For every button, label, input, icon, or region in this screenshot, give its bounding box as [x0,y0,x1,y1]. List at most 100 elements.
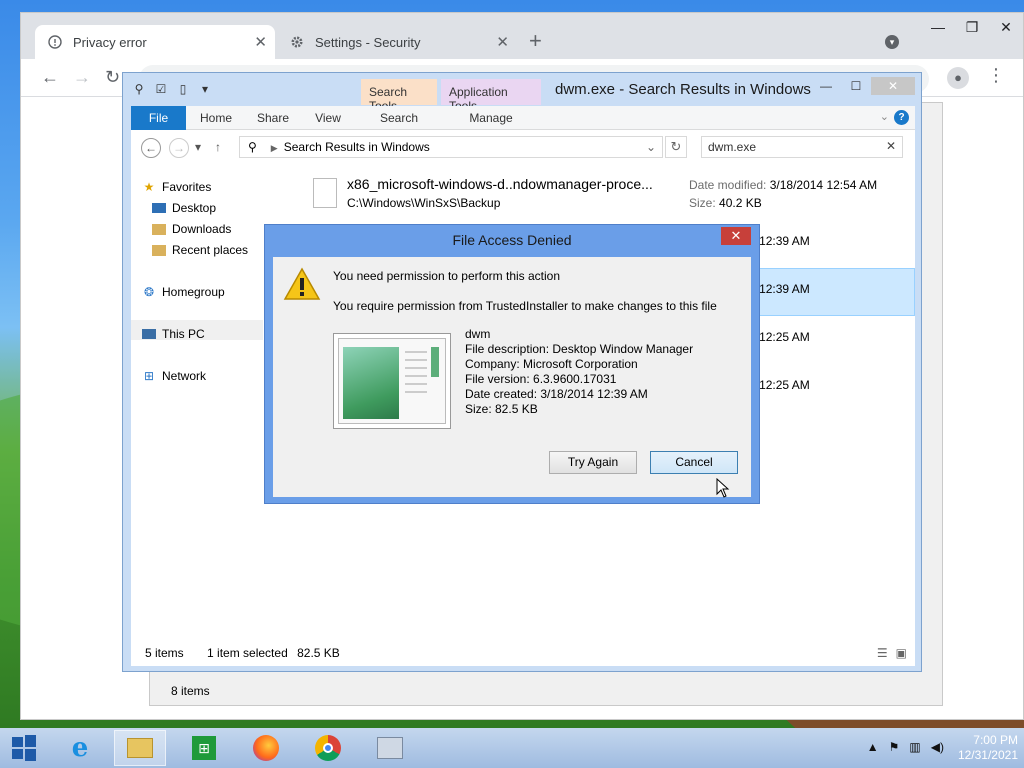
nav-item-desktop[interactable]: Desktop [151,201,216,215]
thumbnail-image [338,338,446,424]
search-icon: ⚲ [248,140,257,154]
maximize-button[interactable]: ☐ [841,77,871,95]
back-arrow-icon[interactable]: ← [41,67,59,88]
forward-arrow-icon[interactable]: → [73,67,91,88]
clock[interactable]: 7:00 PM 12/31/2021 [958,733,1018,763]
volume-icon[interactable]: ◀) [931,740,944,754]
desktop-icon [151,201,167,215]
close-tab-icon[interactable]: ✕ [496,33,509,51]
status-selected: 1 item selected [207,646,288,660]
close-button[interactable]: ✕ [989,13,1023,43]
system-tray: ▲ ⚑ ▥ ◀) 7:00 PM 12/31/2021 [824,728,1024,768]
close-tab-icon[interactable]: ✕ [254,33,267,51]
nav-item-favorites[interactable]: ★ Favorites [141,180,212,194]
try-again-button[interactable]: Try Again [549,451,637,474]
ribbon-tabs: File Home Share View Search Manage ⌄ ? [131,106,915,130]
dialog-message-detail: You require permission from TrustedInsta… [333,299,717,313]
file-icon [313,178,337,208]
browser-window-controls: — ❐ ✕ [921,13,1023,43]
ribbon-tab-view[interactable]: View [305,106,351,130]
network-icon: ⊞ [143,369,155,383]
customize-qat-icon[interactable]: ▾ [197,81,213,97]
network-status-icon[interactable]: ▥ [909,740,920,754]
refresh-icon[interactable]: ↻ [665,136,687,158]
file-detail-company: Company: Microsoft Corporation [465,357,638,371]
cancel-button[interactable]: Cancel [650,451,738,474]
start-button[interactable] [0,730,48,766]
context-tab-application-tools: Application Tools [441,79,541,113]
file-path: C:\Windows\WinSxS\Backup [347,196,501,210]
nav-item-homegroup[interactable]: ❂ Homegroup [141,285,225,299]
file-access-denied-dialog: File Access Denied ✕ You need permission… [264,224,760,504]
taskbar: e ⊞ ▲ ⚑ ▥ ◀) 7:00 PM 12/31/2021 [0,728,1024,768]
profile-avatar-icon[interactable]: ● [947,67,969,89]
back-arrow-icon[interactable]: ← [141,138,161,158]
warning-icon [283,267,321,300]
properties-icon[interactable]: ☑ [153,81,169,97]
nav-item-this-pc[interactable]: This PC [141,327,205,341]
search-icon[interactable]: ⚲ [131,81,147,97]
nav-label: Recent places [172,243,249,257]
ribbon-tab-search[interactable]: Search [361,106,437,130]
action-center-flag-icon[interactable]: ⚑ [889,740,900,754]
minimize-button[interactable]: — [921,13,955,43]
nav-label: Homegroup [162,285,225,299]
file-list-item[interactable]: x86_microsoft-windows-d..ndowmanager-pro… [305,172,915,220]
forward-arrow-icon[interactable]: → [169,138,189,158]
taskbar-firefox[interactable] [240,730,292,766]
nav-item-network[interactable]: ⊞ Network [141,369,206,383]
recent-locations-icon[interactable]: ▾ [195,140,201,154]
search-input[interactable]: dwm.exe [708,140,756,154]
close-button[interactable]: ✕ [871,77,915,95]
dialog-close-button[interactable]: ✕ [721,227,751,245]
nav-label: Downloads [172,222,232,236]
help-icon[interactable]: ? [894,110,909,125]
taskbar-file-explorer[interactable] [114,730,166,766]
dialog-message-main: You need permission to perform this acti… [333,269,561,283]
navigation-pane: ★ Favorites Desktop Downloads Recent plac… [131,170,263,636]
homegroup-icon: ❂ [143,285,155,299]
address-dropdown-icon[interactable]: ⌄ [646,140,656,154]
tab-settings-security[interactable]: Settings - Security ✕ [277,25,517,59]
expand-ribbon-icon[interactable]: ⌄ [880,110,889,123]
ribbon-tab-home[interactable]: Home [191,106,241,130]
large-icons-view-icon[interactable]: ▣ [896,646,907,660]
reload-icon[interactable]: ↻ [105,67,120,88]
show-hidden-icons-icon[interactable]: ▲ [867,740,879,754]
new-folder-icon[interactable]: ▯ [175,81,191,97]
ribbon-tab-share[interactable]: Share [247,106,299,130]
star-icon: ★ [143,180,155,194]
file-thumbnail [333,333,451,429]
tray-icons: ▲ ⚑ ▥ ◀) [867,740,944,754]
status-selected-size: 82.5 KB [297,646,340,660]
taskbar-app[interactable] [364,730,416,766]
internet-explorer-icon: e [71,733,89,763]
computer-icon [141,327,157,341]
store-icon: ⊞ [192,736,216,760]
address-bar[interactable]: ⚲ ▶ Search Results in Windows ⌄ [239,136,663,158]
taskbar-chrome[interactable] [302,730,354,766]
new-tab-button[interactable]: + [529,30,542,52]
breadcrumb-arrow-icon: ▶ [270,143,278,153]
window-title: dwm.exe - Search Results in Windows [555,81,811,98]
nav-item-recent-places[interactable]: Recent places [151,243,248,257]
nav-item-downloads[interactable]: Downloads [151,222,231,236]
taskbar-internet-explorer[interactable]: e [54,730,106,766]
nav-label: Favorites [162,180,212,194]
taskbar-store[interactable]: ⊞ [178,730,230,766]
tab-privacy-error[interactable]: Privacy error ✕ [35,25,275,59]
file-detail-name: dwm [465,327,491,341]
tab-search-icon[interactable]: ▾ [885,35,899,49]
file-details: dwm File description: Desktop Window Man… [465,327,693,417]
ribbon-tab-manage[interactable]: Manage [441,106,541,130]
minimize-button[interactable]: — [811,77,841,95]
details-view-icon[interactable]: ☰ [877,646,888,660]
search-box[interactable]: dwm.exe ✕ [701,136,903,158]
clock-time: 7:00 PM [973,733,1018,747]
clear-search-icon[interactable]: ✕ [886,139,896,153]
chrome-icon [315,735,341,761]
menu-dots-icon[interactable]: ⋮ [987,65,1005,86]
up-arrow-icon[interactable]: ↑ [215,140,221,154]
maximize-button[interactable]: ❐ [955,13,989,43]
ribbon-tab-file[interactable]: File [131,106,186,130]
